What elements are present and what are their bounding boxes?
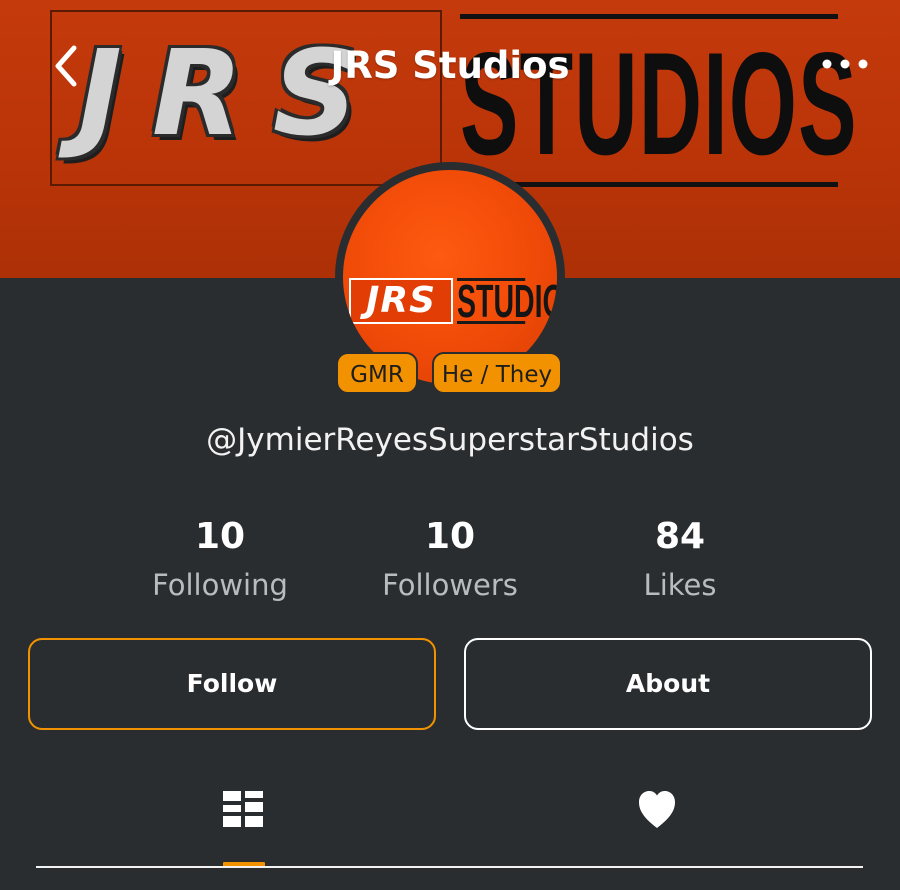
grid-layout-icon xyxy=(223,791,263,827)
avatar-logo: JRS STUDIO xyxy=(349,274,557,328)
username-handle: @JymierReyesSuperstarStudios xyxy=(206,422,694,458)
badge-gmr: GMR xyxy=(336,352,418,394)
stat-followers-label: Followers xyxy=(382,568,518,602)
badge-pronouns: He / They xyxy=(432,352,562,394)
about-button[interactable]: About xyxy=(464,638,872,730)
more-horizontal-icon xyxy=(822,59,868,69)
stat-likes-value: 84 xyxy=(654,516,706,557)
heart-icon xyxy=(639,791,675,828)
stat-followers-value: 10 xyxy=(424,516,476,557)
tab-posts[interactable] xyxy=(213,772,273,844)
stat-likes-label: Likes xyxy=(643,568,717,602)
stat-followers[interactable]: 10 Followers xyxy=(350,512,550,608)
avatar-logo-left: JRS xyxy=(349,278,453,324)
tab-divider xyxy=(36,866,863,868)
more-options-button[interactable] xyxy=(818,52,872,76)
tab-liked[interactable] xyxy=(627,772,687,844)
banner-rule-top xyxy=(460,14,838,19)
stat-following[interactable]: 10 Following xyxy=(120,512,320,608)
avatar-logo-right: STUDIO xyxy=(457,275,557,327)
follow-button[interactable]: Follow xyxy=(28,638,436,730)
page-title: JRS Studios xyxy=(330,44,570,87)
stat-likes: 84 Likes xyxy=(580,512,780,608)
stat-following-label: Following xyxy=(152,568,288,602)
stat-following-value: 10 xyxy=(194,516,246,557)
